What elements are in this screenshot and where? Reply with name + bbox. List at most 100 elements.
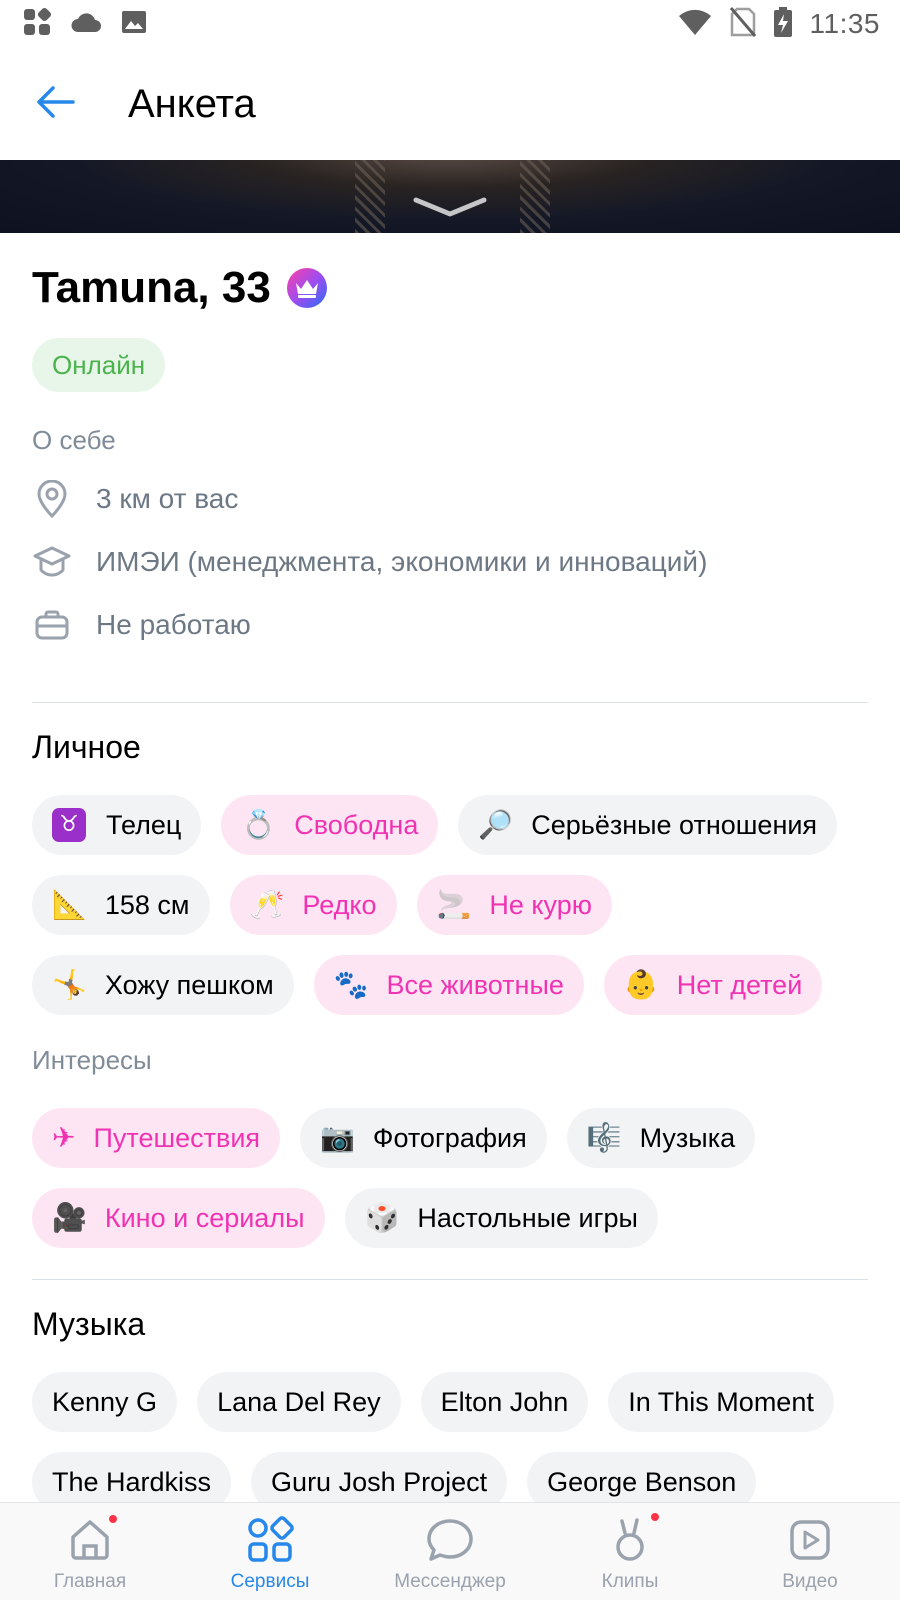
chip-interest-movies[interactable]: 🎥 Кино и сериалы [32, 1188, 325, 1248]
chip-label: Телец [106, 809, 182, 840]
nav-item-home[interactable]: Главная [0, 1503, 180, 1600]
name-row: Tamuna, 33 [32, 263, 327, 313]
chip-label: Путешествия [93, 1122, 261, 1153]
back-button[interactable] [28, 76, 84, 132]
interests-chips-row: 🎥 Кино и сериалы 🎲 Настольные игры [32, 1188, 658, 1248]
paw-prints-icon: 🐾 [333, 968, 369, 1001]
baby-icon: 👶 [623, 968, 659, 1001]
music-artist-chip[interactable]: In This Moment [608, 1372, 834, 1432]
nav-label: Видео [782, 1571, 838, 1592]
chip-label: Музыка [639, 1122, 736, 1153]
chip-label: Настольные игры [417, 1202, 638, 1233]
location-pin-icon [32, 479, 72, 519]
chip-interest-travel[interactable]: ✈ Путешествия [32, 1108, 281, 1168]
photo-texture [520, 160, 550, 233]
chip-pets[interactable]: 🐾 Все животные [313, 955, 584, 1015]
dice-icon: 🎲 [364, 1201, 400, 1234]
image-icon [120, 8, 148, 41]
interests-label: Интересы [32, 1045, 152, 1075]
about-label: О себе [32, 425, 116, 455]
music-chips-row: Kenny G Lana Del Rey Elton John In This … [32, 1372, 834, 1432]
app-grid-icon [22, 7, 52, 42]
personal-section-title: Личное [32, 729, 141, 765]
music-artist-chip[interactable]: Lana Del Rey [197, 1372, 401, 1432]
music-artist-chip[interactable]: Elton John [420, 1372, 589, 1432]
chip-alcohol[interactable]: 🥂 Редко [229, 875, 397, 935]
champagne-glasses-icon: 🥂 [249, 888, 285, 921]
chip-label: Хожу пешком [104, 969, 274, 1000]
info-row-distance: 3 км от вас [32, 479, 238, 519]
photo-texture [355, 160, 385, 233]
clips-icon [605, 1511, 661, 1565]
page-title: Анкета [128, 81, 256, 126]
wifi-icon [678, 8, 712, 41]
home-icon [65, 1513, 119, 1565]
nav-item-video[interactable]: Видео [720, 1503, 900, 1600]
chip-interest-photo[interactable]: 📷 Фотография [300, 1108, 547, 1168]
person-cartwheel-icon: 🤸 [52, 968, 87, 1001]
chip-label: 158 см [104, 889, 190, 920]
briefcase-icon [32, 605, 72, 645]
personal-chips-row: 🤸 Хожу пешком 🐾 Все животные 👶 Нет детей [32, 955, 823, 1015]
divider [32, 1279, 868, 1280]
magnifier-icon: 🔎 [478, 808, 514, 841]
chip-interest-boardgames[interactable]: 🎲 Настольные игры [344, 1188, 658, 1248]
chip-relationship-status[interactable]: 💍 Свободна [221, 795, 439, 855]
profile-photo[interactable] [0, 160, 900, 233]
nav-label: Сервисы [230, 1571, 310, 1592]
chevron-down-icon[interactable] [412, 196, 488, 218]
chip-looking-for[interactable]: 🔎 Серьёзные отношения [458, 795, 838, 855]
airplane-icon: ✈ [52, 1121, 76, 1154]
services-icon [245, 1515, 295, 1565]
personal-chips-row: ♉ Телец 💍 Свободна 🔎 Серьёзные отношения [32, 795, 838, 855]
nav-item-clips[interactable]: Клипы [540, 1503, 720, 1600]
online-status-badge: Онлайн [32, 338, 166, 392]
cloud-icon [70, 10, 102, 39]
video-icon [785, 1515, 835, 1565]
status-bar-left [22, 7, 148, 42]
notification-dot [107, 1513, 119, 1525]
divider [32, 702, 868, 703]
chip-label: Не курю [489, 889, 592, 920]
bottom-navigation: Главная Сервисы Мессенджер Клипы Видео [0, 1502, 900, 1600]
nav-label: Мессенджер [394, 1571, 506, 1592]
musical-score-icon: 🎼 [586, 1121, 622, 1154]
chip-label: Нет детей [676, 969, 803, 1000]
music-artist-chip[interactable]: Kenny G [32, 1372, 178, 1432]
chip-label: Серьёзные отношения [531, 809, 818, 840]
messenger-icon [425, 1515, 475, 1565]
distance-text: 3 км от вас [96, 483, 239, 514]
zodiac-taurus-icon: ♉ [52, 808, 86, 842]
chip-smoking[interactable]: 🚬 Не курю [416, 875, 612, 935]
chip-label: Кино и сериалы [104, 1202, 305, 1233]
chip-zodiac[interactable]: ♉ Телец [32, 795, 202, 855]
chip-label: Фотография [372, 1122, 527, 1153]
crown-icon[interactable] [286, 268, 327, 308]
status-bar: 11:35 [0, 0, 900, 48]
no-sim-icon [729, 6, 756, 42]
battery-charging-icon [773, 6, 792, 42]
nav-label: Главная [53, 1571, 127, 1592]
app-bar: Анкета [0, 48, 900, 160]
graduation-cap-icon [32, 542, 72, 582]
music-section-title: Музыка [32, 1306, 146, 1342]
chip-interest-music[interactable]: 🎼 Музыка [566, 1108, 756, 1168]
cigarette-icon: 🚬 [436, 888, 472, 921]
status-time: 11:35 [809, 8, 880, 39]
chip-height[interactable]: 📐 158 см [32, 875, 210, 935]
personal-chips-row: 📐 158 см 🥂 Редко 🚬 Не курю [32, 875, 612, 935]
movie-camera-icon: 🎥 [52, 1201, 87, 1234]
profile-name: Tamuna, 33 [32, 263, 271, 312]
chip-label: Редко [302, 889, 377, 920]
nav-item-services[interactable]: Сервисы [180, 1503, 360, 1600]
ruler-icon: 📐 [52, 888, 87, 921]
chip-sport[interactable]: 🤸 Хожу пешком [32, 955, 294, 1015]
chip-children[interactable]: 👶 Нет детей [603, 955, 823, 1015]
interests-chips-row: ✈ Путешествия 📷 Фотография 🎼 Музыка [32, 1108, 756, 1168]
work-text: Не работаю [96, 609, 251, 640]
info-row-education: ИМЭИ (менеджмента, экономики и инноваций… [32, 542, 707, 582]
chip-label: Все животные [386, 969, 564, 1000]
arrow-left-icon [36, 85, 76, 124]
chip-label: Свободна [294, 809, 419, 840]
nav-item-messenger[interactable]: Мессенджер [360, 1503, 540, 1600]
